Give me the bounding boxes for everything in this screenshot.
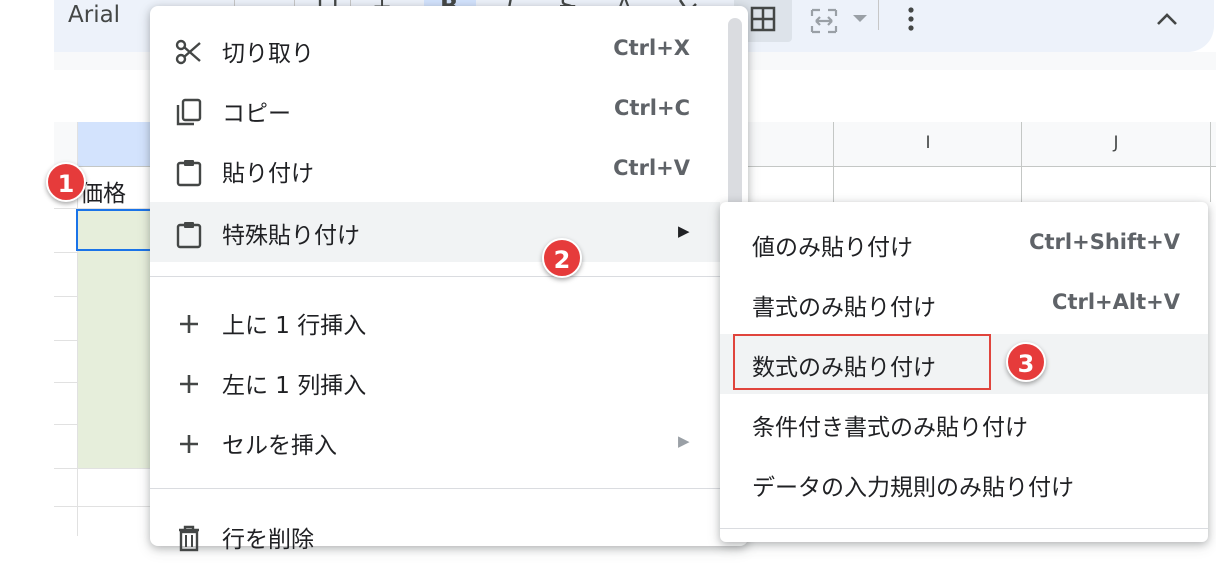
submenu-arrow-icon: ▶ xyxy=(678,432,690,450)
column-header-j[interactable]: J xyxy=(1096,133,1136,153)
menu-item-insert-cells[interactable]: セルを挿入 ▶ xyxy=(150,412,720,472)
grid-line xyxy=(833,122,834,202)
plus-icon xyxy=(180,315,198,333)
menu-item-copy[interactable]: コピー Ctrl+C xyxy=(150,80,720,140)
menu-item-label: 上に 1 行挿入 xyxy=(222,313,367,339)
borders-icon xyxy=(750,6,776,32)
menu-item-delete-row[interactable]: 行を削除 xyxy=(150,506,720,566)
grid-line xyxy=(54,468,150,469)
menu-item-label: 貼り付け xyxy=(222,161,314,187)
submenu-item-label: 書式のみ貼り付け xyxy=(752,295,936,321)
submenu-separator xyxy=(720,528,1208,529)
menu-item-label: コピー xyxy=(222,101,291,127)
submenu-arrow-icon: ▶ xyxy=(678,222,690,240)
submenu-item-shortcut: Ctrl+Shift+V xyxy=(1029,230,1180,254)
menu-item-paste-special[interactable]: 特殊貼り付け ▶ xyxy=(150,202,720,262)
menu-item-insert-row-above[interactable]: 上に 1 行挿入 xyxy=(150,292,720,352)
header-cell-price[interactable]: 価格 xyxy=(80,174,126,208)
step-marker-2: 2 xyxy=(542,238,582,278)
menu-item-label: 切り取り xyxy=(222,41,314,67)
submenu-item-label: データの入力規則のみ貼り付け xyxy=(752,475,1074,501)
collapse-chevron-icon[interactable] xyxy=(1156,12,1178,26)
trash-icon xyxy=(179,525,199,552)
grid-line xyxy=(54,506,150,507)
submenu-item-paste-conditional-format-only[interactable]: 条件付き書式のみ貼り付け xyxy=(720,394,1208,454)
menu-item-label: セルを挿入 xyxy=(222,433,337,459)
menu-separator xyxy=(150,276,720,277)
submenu-item-label: 条件付き書式のみ貼り付け xyxy=(752,415,1028,441)
menu-item-cut[interactable]: 切り取り Ctrl+X xyxy=(150,20,720,80)
dropdown-icon[interactable] xyxy=(852,14,868,24)
submenu-item-paste-data-validation-only[interactable]: データの入力規則のみ貼り付け xyxy=(720,454,1208,514)
scissors-icon xyxy=(175,39,201,65)
menu-separator xyxy=(150,488,720,489)
plus-icon xyxy=(180,435,198,453)
copy-icon xyxy=(176,98,202,126)
highlight-annotation-box xyxy=(733,334,991,390)
menu-scrollbar[interactable] xyxy=(728,18,742,214)
toolbar-separator xyxy=(878,0,879,30)
column-header-i[interactable]: I xyxy=(908,133,948,153)
submenu-item-paste-values-only[interactable]: 値のみ貼り付け Ctrl+Shift+V xyxy=(720,214,1208,274)
submenu-item-shortcut: Ctrl+Alt+V xyxy=(1052,290,1180,314)
menu-item-label: 行を削除 xyxy=(222,527,314,553)
submenu-item-paste-format-only[interactable]: 書式のみ貼り付け Ctrl+Alt+V xyxy=(720,274,1208,334)
plus-icon xyxy=(180,375,198,393)
menu-item-shortcut: Ctrl+X xyxy=(613,36,690,60)
step-marker-3: 3 xyxy=(1006,342,1046,382)
selected-column-header[interactable] xyxy=(78,122,150,166)
grid-line xyxy=(1210,122,1211,202)
menu-item-shortcut: Ctrl+V xyxy=(613,156,690,180)
menu-item-label: 特殊貼り付け xyxy=(222,223,360,249)
submenu-item-label: 値のみ貼り付け xyxy=(752,235,913,261)
merge-cells-icon[interactable] xyxy=(810,8,838,34)
grid-line xyxy=(1021,122,1022,202)
font-family-select[interactable]: Arial xyxy=(68,0,120,30)
clipboard-icon xyxy=(176,222,202,249)
context-menu: 切り取り Ctrl+X コピー Ctrl+C 貼り付け Ctrl+V 特殊貼り付… xyxy=(150,6,748,553)
menu-item-shortcut: Ctrl+C xyxy=(613,96,690,120)
menu-item-insert-column-left[interactable]: 左に 1 列挿入 xyxy=(150,352,720,412)
more-vert-icon[interactable] xyxy=(906,6,916,32)
active-cell[interactable] xyxy=(76,209,152,251)
step-marker-1: 1 xyxy=(46,162,86,202)
clipboard-icon xyxy=(176,160,202,187)
menu-item-paste[interactable]: 貼り付け Ctrl+V xyxy=(150,140,720,200)
menu-item-label: 左に 1 列挿入 xyxy=(222,373,367,399)
